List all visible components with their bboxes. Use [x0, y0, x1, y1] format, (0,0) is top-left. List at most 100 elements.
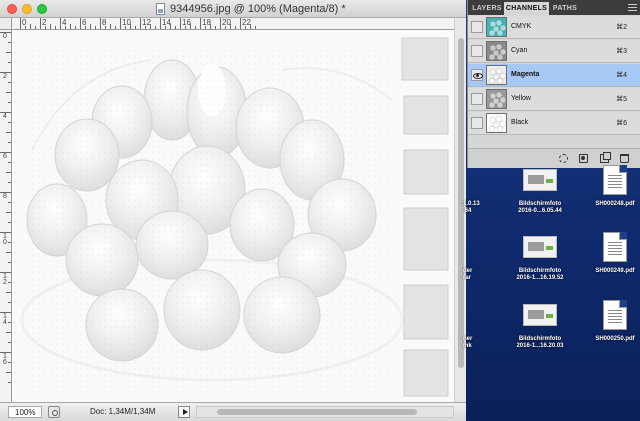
ruler-minor-tick [6, 332, 11, 333]
tab-paths[interactable]: PATHS [550, 2, 580, 15]
channel-thumbnail [486, 17, 507, 37]
channel-name: Magenta [511, 71, 540, 78]
status-menu-arrow-icon[interactable] [178, 406, 190, 418]
image-canvas[interactable] [12, 30, 454, 402]
ruler-minor-tick [8, 162, 11, 163]
zoom-window-button[interactable] [37, 4, 47, 14]
tab-layers[interactable]: LAYERS [471, 2, 503, 15]
desktop-item-label[interactable]: Bildschirmfoto 2016-0...6.05.44 [505, 201, 575, 215]
channel-thumbnail [486, 89, 507, 109]
pdf-file-icon[interactable] [603, 232, 627, 262]
tab-channels[interactable]: CHANNELS [504, 2, 549, 15]
desktop-item-label[interactable]: SH000248.pdf [590, 201, 640, 208]
ruler-origin[interactable] [0, 18, 12, 30]
ruler-minor-tick [6, 52, 11, 53]
ruler-label: 2 [3, 73, 7, 80]
horizontal-scrollbar[interactable] [196, 406, 454, 418]
ruler-minor-tick [6, 212, 11, 213]
horizontal-ruler[interactable]: 0 2 4 6 8 10 12 14 16 18 20 22 [12, 18, 454, 30]
minimize-window-button[interactable] [22, 4, 32, 14]
channel-name: Yellow [511, 95, 531, 102]
ruler-minor-tick [6, 292, 11, 293]
load-channel-selection-icon[interactable] [559, 154, 568, 163]
desktop-item-label[interactable]: Bildschirmfoto 2016-1...16.19.52 [505, 268, 575, 282]
document-proxy-icon[interactable] [156, 3, 165, 15]
channel-row-cyan[interactable]: Cyan ⌘3 [468, 40, 640, 63]
channel-name: Black [511, 119, 529, 126]
ruler-tick [160, 18, 161, 29]
ruler-minor-tick [255, 26, 256, 29]
ruler-minor-tick [210, 24, 211, 29]
ruler-minor-tick [245, 26, 246, 29]
ruler-minor-tick [230, 24, 231, 29]
ruler-minor-tick [85, 26, 86, 29]
visibility-eye-icon[interactable] [471, 117, 483, 129]
channel-thumbnail [486, 65, 507, 85]
ruler-minor-tick [170, 24, 171, 29]
panel-menu-icon[interactable] [628, 4, 637, 11]
ruler-tick [60, 18, 61, 29]
channel-name: Cyan [511, 47, 528, 54]
ruler-minor-tick [8, 222, 11, 223]
ruler-minor-tick [165, 26, 166, 29]
visibility-eye-icon[interactable] [471, 69, 483, 81]
channels-panel: LAYERS CHANNELS PATHS CMYK ⌘2 Cyan ⌘3 Magent… [467, 0, 640, 168]
ruler-minor-tick [145, 26, 146, 29]
ruler-label: 8 [3, 193, 7, 200]
magenta-channel-image [12, 30, 454, 402]
screenshot-file-icon[interactable] [523, 304, 557, 326]
desktop-item-label[interactable]: der rar [463, 268, 485, 282]
desktop-item-label[interactable]: ner mk [463, 336, 485, 350]
delete-channel-icon[interactable] [620, 154, 629, 163]
channel-thumbnail [486, 41, 507, 61]
ruler-minor-tick [25, 26, 26, 29]
ruler-tick [200, 18, 201, 29]
visibility-eye-icon[interactable] [471, 45, 483, 57]
channel-shortcut: ⌘4 [616, 72, 627, 79]
channel-row-yellow[interactable]: Yellow ⌘5 [468, 88, 640, 111]
channel-row-cmyk[interactable]: CMYK ⌘2 [468, 16, 640, 39]
ruler-minor-tick [35, 26, 36, 29]
horizontal-scroll-thumb[interactable] [217, 409, 417, 415]
pdf-file-icon[interactable] [603, 165, 627, 195]
visibility-eye-icon[interactable] [471, 93, 483, 105]
channel-row-magenta[interactable]: Magenta ⌘4 [468, 64, 640, 87]
ruler-minor-tick [8, 242, 11, 243]
ruler-minor-tick [235, 26, 236, 29]
status-bar: 100% Doc: 1,34M/1,34M [0, 402, 466, 421]
document-title: 9344956.jpg @ 100% (Magenta/8) * [170, 3, 346, 15]
new-channel-icon[interactable] [600, 152, 611, 163]
ruler-minor-tick [6, 92, 11, 93]
ruler-minor-tick [250, 24, 251, 29]
desktop-item-label[interactable]: SH000249.pdf [590, 268, 640, 275]
ruler-minor-tick [30, 24, 31, 29]
ruler-minor-tick [8, 42, 11, 43]
zoom-level-field[interactable]: 100% [8, 406, 42, 418]
desktop-item-label[interactable]: Bildschirmfoto 2016-1...16.20.03 [505, 336, 575, 350]
desktop-item-label[interactable]: 1.0.13 .64 [463, 201, 485, 215]
ruler-minor-tick [195, 26, 196, 29]
ruler-minor-tick [135, 26, 136, 29]
ruler-tick [120, 18, 121, 29]
document-titlebar[interactable]: 9344956.jpg @ 100% (Magenta/8) * [0, 0, 466, 18]
ruler-label: 1 6 [3, 353, 7, 366]
ruler-minor-tick [8, 102, 11, 103]
ruler-label: 1 4 [3, 313, 7, 326]
screenshot-file-icon[interactable] [523, 169, 557, 191]
close-window-button[interactable] [7, 4, 17, 14]
ruler-tick [240, 18, 241, 29]
proof-setup-icon[interactable] [48, 406, 60, 418]
screenshot-file-icon[interactable] [523, 236, 557, 258]
visibility-eye-icon[interactable] [471, 21, 483, 33]
channel-thumbnail [486, 113, 507, 133]
ruler-label: 6 [3, 153, 7, 160]
ruler-tick [100, 18, 101, 29]
vertical-ruler[interactable]: 0 2 4 6 8 1 0 1 2 1 4 1 6 [0, 30, 12, 402]
ruler-minor-tick [75, 26, 76, 29]
ruler-minor-tick [205, 26, 206, 29]
pdf-file-icon[interactable] [603, 300, 627, 330]
ruler-minor-tick [110, 24, 111, 29]
save-selection-as-channel-icon[interactable] [579, 154, 588, 163]
desktop-item-label[interactable]: SH000250.pdf [590, 336, 640, 343]
channel-row-black[interactable]: Black ⌘6 [468, 112, 640, 135]
